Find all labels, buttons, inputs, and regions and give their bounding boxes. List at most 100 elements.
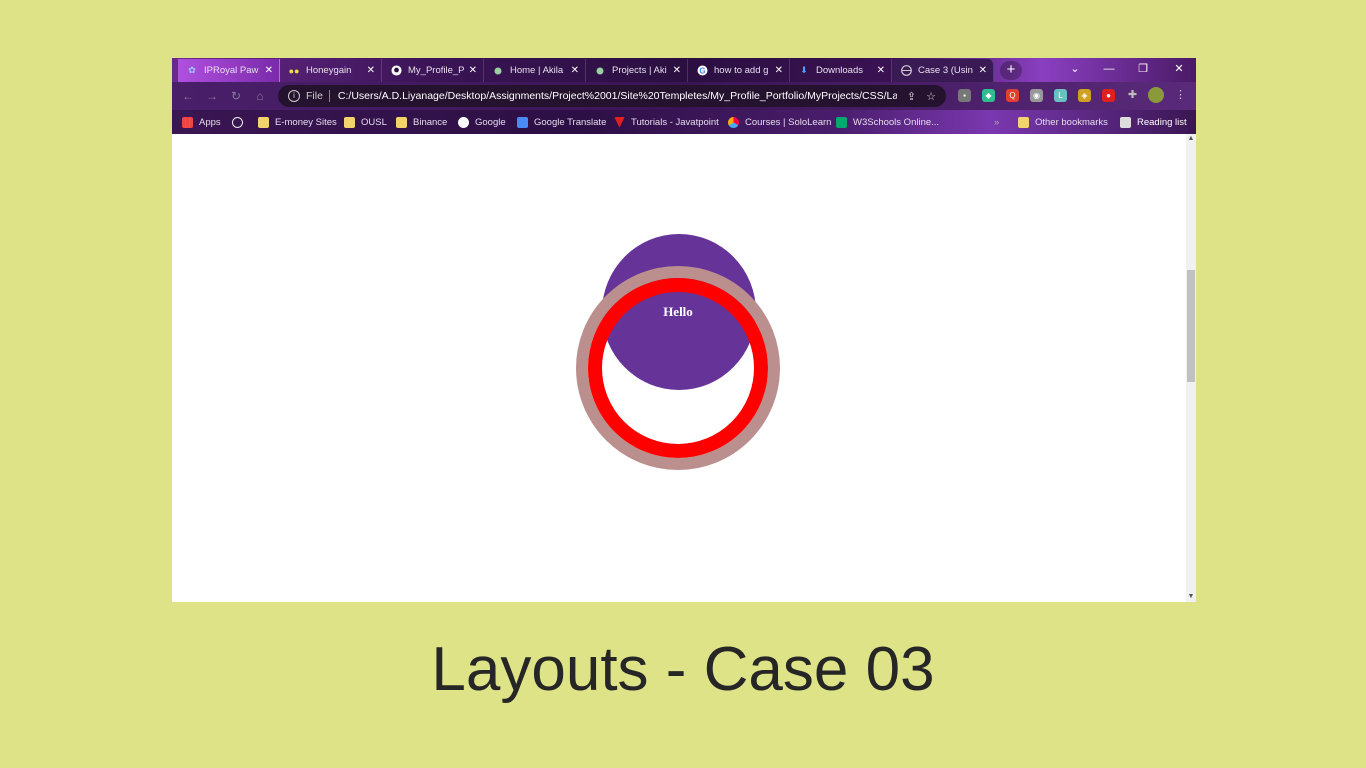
browser-window: ✿ IPRoyal Paw ✕ ●● Honeygain ✕ My_Profil… <box>172 58 1196 602</box>
bookmark-w3schools[interactable]: W3Schools Online... <box>836 110 939 134</box>
github-icon <box>390 65 402 77</box>
close-icon[interactable]: ✕ <box>673 65 681 76</box>
browser-toolbar: ← → ↻ ⌂ i File C:/Users/A.D.Liyanage/Des… <box>172 82 1196 110</box>
close-icon[interactable]: ✕ <box>469 65 477 76</box>
tab-case3[interactable]: Case 3 (Usin ✕ <box>892 59 994 82</box>
tab-title: how to add g <box>714 65 769 76</box>
honeygain-icon: ●● <box>288 65 300 76</box>
bookmark-apps[interactable]: Apps <box>182 110 221 134</box>
share-icon[interactable]: ⇪ <box>907 90 916 103</box>
info-icon[interactable]: i <box>288 90 300 102</box>
extension-icon[interactable]: ● <box>1102 89 1115 102</box>
bookmark-label: Other bookmarks <box>1035 116 1108 128</box>
tab-title: Case 3 (Usin <box>918 65 973 76</box>
extension-icon[interactable]: ▪ <box>958 89 971 102</box>
google-icon <box>458 116 469 128</box>
reload-icon[interactable]: ↻ <box>228 88 244 104</box>
apps-grid-icon <box>182 116 193 128</box>
tab-google-search[interactable]: G how to add g ✕ <box>688 59 790 82</box>
scroll-up-icon[interactable]: ▲ <box>1186 134 1196 144</box>
tab-title: My_Profile_P <box>408 65 465 76</box>
close-icon[interactable]: ✕ <box>367 65 375 76</box>
extension-icon[interactable]: ◈ <box>1078 89 1091 102</box>
tab-title: Downloads <box>816 65 863 76</box>
tab-home-akila[interactable]: Home | Akila ✕ <box>484 59 586 82</box>
close-icon[interactable]: ✕ <box>877 65 885 76</box>
bookmark-gauge[interactable] <box>232 110 249 134</box>
tab-search-icon[interactable]: ⌄ <box>1058 58 1092 80</box>
address-bar[interactable]: i File C:/Users/A.D.Liyanage/Desktop/Ass… <box>278 85 946 107</box>
bookmarks-overflow-button[interactable]: » <box>994 110 999 134</box>
menu-icon[interactable]: ⋮ <box>1174 89 1187 102</box>
close-window-button[interactable]: ✕ <box>1162 58 1196 80</box>
bookmark-emoney-sites[interactable]: E-money Sites <box>258 110 337 134</box>
minimize-button[interactable]: — <box>1092 58 1126 80</box>
scrollbar-thumb[interactable] <box>1187 270 1195 382</box>
download-icon: ⬇ <box>800 65 808 75</box>
close-icon[interactable]: ✕ <box>571 65 579 76</box>
bookmark-google-translate[interactable]: Google Translate <box>517 110 606 134</box>
bookmark-ousl[interactable]: OUSL <box>344 110 387 134</box>
slide-caption: Layouts - Case 03 <box>431 635 935 704</box>
bookmark-label: Binance <box>413 116 448 128</box>
bookmark-google[interactable]: Google <box>458 110 506 134</box>
bookmark-label: OUSL <box>361 116 387 128</box>
folder-icon <box>344 116 355 128</box>
reading-list-icon <box>1120 116 1131 128</box>
forward-arrow-icon[interactable]: → <box>204 88 220 104</box>
folder-icon <box>1018 116 1029 128</box>
bookmark-label: Courses | SoloLearn <box>745 116 832 128</box>
reading-list-label: Reading list <box>1137 116 1187 128</box>
divider <box>328 90 330 102</box>
bookmark-label: Google <box>475 116 506 128</box>
folder-icon <box>396 116 407 128</box>
close-icon[interactable]: ✕ <box>775 65 783 76</box>
tab-honeygain[interactable]: ●● Honeygain ✕ <box>280 59 382 82</box>
star-icon[interactable]: ☆ <box>926 90 936 103</box>
new-tab-button[interactable]: + <box>1000 61 1022 80</box>
tab-downloads[interactable]: ⬇ Downloads ✕ <box>790 59 892 82</box>
bookmarks-bar: Apps E-money Sites OUSL Binance Google G… <box>172 110 1196 134</box>
folder-icon <box>258 116 269 128</box>
tab-strip: ✿ IPRoyal Paw ✕ ●● Honeygain ✕ My_Profil… <box>172 58 1196 82</box>
bookmark-javatpoint[interactable]: Tutorials - Javatpoint <box>614 110 719 134</box>
home-icon[interactable]: ⌂ <box>252 88 268 104</box>
scroll-down-icon[interactable]: ▼ <box>1186 592 1196 602</box>
svg-text:G: G <box>699 67 705 76</box>
reading-list-button[interactable]: Reading list <box>1120 110 1187 134</box>
close-icon[interactable]: ✕ <box>979 65 987 76</box>
site-icon <box>594 65 606 77</box>
page-content: Hello ▲ ▼ <box>172 134 1196 602</box>
gauge-icon <box>232 116 243 128</box>
tab-projects-akila[interactable]: Projects | Aki ✕ <box>586 59 688 82</box>
bookmark-label: E-money Sites <box>275 116 337 128</box>
url-scheme: File <box>306 90 323 102</box>
paw-icon: ✿ <box>188 65 196 75</box>
vertical-scrollbar[interactable]: ▲ ▼ <box>1186 134 1196 602</box>
tab-title: IPRoyal Paw <box>204 65 259 76</box>
extension-icon[interactable]: L <box>1054 89 1067 102</box>
puzzle-icon[interactable]: ✚ <box>1126 89 1139 102</box>
javatpoint-icon <box>614 116 625 128</box>
bookmark-sololearn[interactable]: Courses | SoloLearn <box>728 110 831 134</box>
tab-github[interactable]: My_Profile_P ✕ <box>382 59 484 82</box>
camera-icon[interactable]: ◉ <box>1030 89 1043 102</box>
tab-title: Projects | Aki <box>612 65 667 76</box>
close-icon[interactable]: ✕ <box>265 65 273 76</box>
restore-button[interactable]: ❐ <box>1126 58 1160 80</box>
google-icon: G <box>696 65 708 77</box>
bookmark-binance[interactable]: Binance <box>396 110 447 134</box>
back-arrow-icon[interactable]: ← <box>180 88 196 104</box>
extension-icon[interactable]: ◆ <box>982 89 995 102</box>
bookmark-other-bookmarks[interactable]: Other bookmarks <box>1018 110 1108 134</box>
w3schools-icon <box>836 116 847 128</box>
extension-icon[interactable]: Q <box>1006 89 1019 102</box>
tab-iproyal[interactable]: ✿ IPRoyal Paw ✕ <box>178 59 280 82</box>
bookmark-label: Tutorials - Javatpoint <box>631 116 719 128</box>
url-text[interactable]: C:/Users/A.D.Liyanage/Desktop/Assignment… <box>338 90 897 102</box>
bookmark-label: W3Schools Online... <box>853 116 940 128</box>
bookmark-label: Apps <box>199 116 221 128</box>
translate-icon <box>517 116 528 128</box>
avatar[interactable] <box>1148 87 1164 103</box>
tab-title: Honeygain <box>306 65 352 76</box>
